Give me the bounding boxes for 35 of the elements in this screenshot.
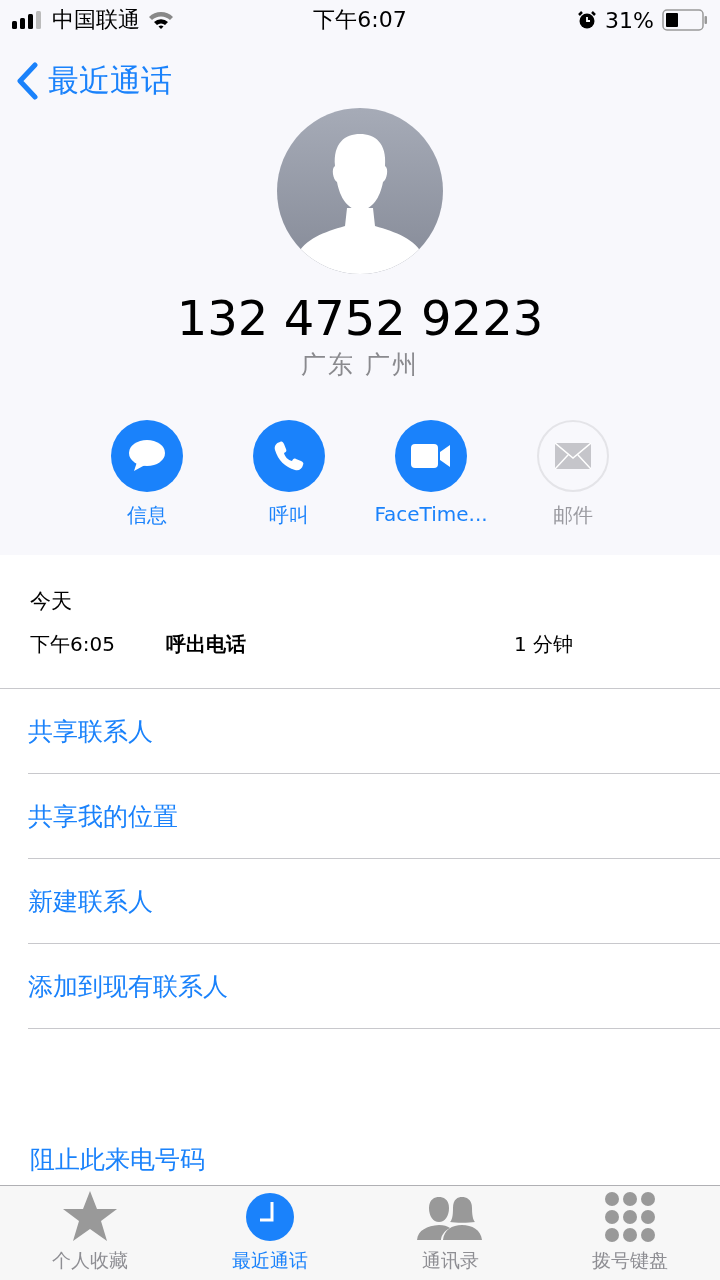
phone-number: 132 4752 9223 bbox=[176, 289, 544, 348]
carrier-name: 中国联通 bbox=[52, 6, 140, 34]
speech-bubble-icon bbox=[127, 438, 167, 474]
option-link[interactable]: 添加到现有联系人 bbox=[28, 944, 720, 1029]
keypad-icon bbox=[605, 1192, 655, 1242]
envelope-icon bbox=[555, 443, 591, 469]
option-link[interactable]: 共享联系人 bbox=[28, 689, 720, 774]
chevron-left-icon bbox=[16, 62, 38, 100]
battery-icon bbox=[662, 9, 708, 31]
back-button[interactable]: 最近通话 bbox=[0, 60, 172, 102]
call-type: 呼出电话 bbox=[166, 631, 247, 658]
star-icon bbox=[62, 1190, 118, 1242]
option-link[interactable]: 共享我的位置 bbox=[28, 774, 720, 859]
call-duration: 1 分钟 bbox=[514, 631, 574, 658]
clock-icon bbox=[245, 1192, 295, 1242]
tab[interactable]: 拨号键盘 bbox=[540, 1186, 720, 1280]
tab[interactable]: 最近通话 bbox=[180, 1186, 360, 1280]
tab[interactable]: 通讯录 bbox=[360, 1186, 540, 1280]
video-action-button[interactable]: FaceTime... bbox=[367, 420, 495, 529]
phone-location: 广东 广州 bbox=[301, 349, 419, 381]
call-time: 下午6:05 bbox=[30, 631, 116, 658]
battery-percent: 31% bbox=[605, 7, 654, 33]
video-camera-icon bbox=[411, 443, 451, 469]
people-icon bbox=[417, 1196, 483, 1242]
phone-icon bbox=[273, 440, 305, 472]
call-date: 今天 bbox=[30, 588, 73, 615]
alarm-icon bbox=[577, 10, 598, 30]
call-action-button[interactable]: 呼叫 bbox=[225, 420, 353, 529]
status-time: 下午6:07 bbox=[313, 6, 407, 34]
tab[interactable]: 个人收藏 bbox=[0, 1186, 180, 1280]
wifi-icon bbox=[148, 10, 174, 30]
block-caller-link[interactable]: 阻止此来电号码 bbox=[30, 1143, 205, 1176]
signal-icon bbox=[12, 11, 44, 29]
option-link[interactable]: 新建联系人 bbox=[28, 859, 720, 944]
message-action-button[interactable]: 信息 bbox=[83, 420, 211, 529]
